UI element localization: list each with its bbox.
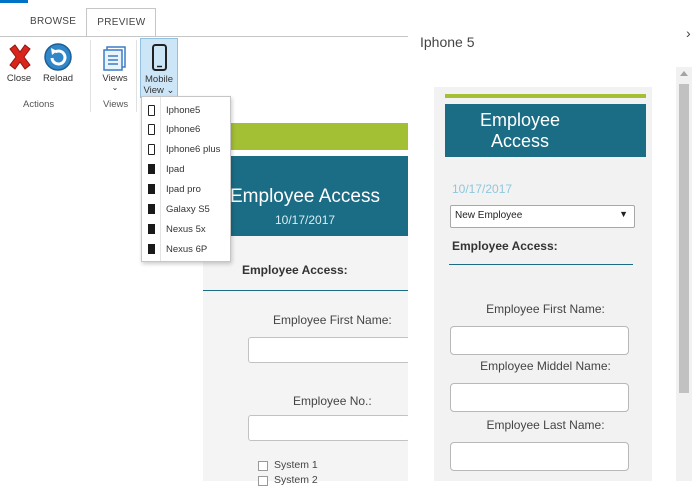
phone-first-name-label: Employee First Name:: [486, 302, 605, 316]
bg-form-date: 10/17/2017: [275, 213, 336, 227]
menu-item-label: Nexus 5x: [166, 224, 206, 235]
phone-solid-icon: [148, 224, 155, 234]
phone-section-heading: Employee Access:: [452, 239, 558, 253]
phone-accent-band: [445, 94, 646, 98]
bg-employee-no-label: Employee No.:: [293, 394, 372, 408]
bg-employee-no-field[interactable]: [248, 415, 410, 441]
views-dropdown-arrow: ⌄: [111, 83, 119, 92]
views-button[interactable]: Views ⌄: [98, 41, 132, 92]
mobile-phone-icon: [152, 44, 167, 71]
scrollbar-thumb[interactable]: [679, 84, 689, 393]
bg-section-heading: Employee Access:: [242, 263, 348, 277]
menu-item-label: Iphone5: [166, 105, 201, 116]
menu-item-iphone6[interactable]: Iphone6: [142, 120, 230, 139]
tab-preview[interactable]: PREVIEW: [86, 8, 157, 38]
phone-first-name-field[interactable]: [450, 326, 629, 355]
close-button[interactable]: Close: [4, 41, 34, 84]
phone-middle-name-label: Employee Middel Name:: [480, 359, 611, 373]
system1-label: System 1: [274, 459, 318, 471]
phone-last-name-label: Employee Last Name:: [486, 418, 605, 432]
bg-section-rule: [203, 290, 408, 291]
bg-form-title: Employee Access: [230, 186, 380, 207]
menu-item-ipad[interactable]: Ipad: [142, 160, 230, 179]
phone-solid-icon: [148, 204, 155, 214]
group-separator: [90, 40, 91, 112]
mobile-view-label-line2: View ⌄: [143, 85, 175, 96]
tab-browse[interactable]: BROWSE: [20, 8, 86, 36]
group-separator: [136, 40, 137, 112]
bg-first-name-field[interactable]: [248, 337, 410, 363]
close-x-icon: [9, 44, 31, 70]
bg-first-name-label: Employee First Name:: [273, 313, 392, 327]
bg-accent-band: [203, 123, 408, 150]
mobile-view-button[interactable]: Mobile View ⌄: [140, 38, 178, 98]
system2-checkbox[interactable]: [258, 476, 268, 486]
phone-outline-icon: [148, 144, 155, 155]
system2-label: System 2: [274, 474, 318, 486]
mobile-view-label-line1: Mobile: [145, 74, 173, 85]
close-button-label: Close: [6, 73, 32, 84]
group-label-views: Views: [103, 99, 129, 110]
menu-item-label: Iphone6: [166, 124, 201, 135]
phone-outline-icon: [148, 105, 155, 116]
phone-outline-icon: [148, 124, 155, 135]
menu-item-nexus-6p[interactable]: Nexus 6P: [142, 240, 230, 259]
tablet-icon: [148, 184, 155, 194]
menu-item-galaxy-s5[interactable]: Galaxy S5: [142, 200, 230, 219]
menu-item-label: Ipad pro: [166, 184, 201, 195]
reload-button-label: Reload: [42, 73, 74, 84]
tablet-icon: [148, 164, 155, 174]
phone-section-rule: [449, 264, 633, 265]
menu-item-label: Nexus 6P: [166, 244, 208, 255]
menu-item-ipad-pro[interactable]: Ipad pro: [142, 180, 230, 199]
group-label-actions: Actions: [23, 99, 55, 110]
views-icon: [103, 46, 126, 71]
reload-icon: [44, 43, 72, 71]
phone-last-name-field[interactable]: [450, 442, 629, 471]
employee-type-select[interactable]: New Employee ▼: [450, 205, 635, 228]
select-value: New Employee: [455, 210, 523, 221]
select-arrow-icon: ▼: [619, 209, 628, 219]
top-bar: [0, 0, 694, 3]
top-accent-strip: [0, 0, 28, 3]
close-icon[interactable]: ›: [686, 25, 691, 41]
phone-form-date: 10/17/2017: [452, 182, 513, 196]
menu-item-label: Iphone6 plus: [166, 144, 221, 155]
menu-item-nexus-5x[interactable]: Nexus 5x: [142, 220, 230, 239]
phone-title-line1: Employee: [479, 110, 561, 130]
menu-item-iphone6-plus[interactable]: Iphone6 plus: [142, 140, 230, 159]
phone-form-title: Employee Access: [445, 110, 595, 152]
menu-item-label: Ipad: [166, 164, 185, 175]
system1-checkbox[interactable]: [258, 461, 268, 471]
phone-title-line2: Access: [490, 131, 550, 151]
panel-title: Iphone 5: [420, 34, 475, 50]
scroll-up-arrow-icon[interactable]: [680, 71, 688, 76]
phone-middle-name-field[interactable]: [450, 383, 629, 412]
menu-item-label: Galaxy S5: [166, 204, 210, 215]
mobile-view-menu: Iphone5 Iphone6 Iphone6 plus Ipad Ipad p…: [141, 96, 231, 262]
ribbon-tabs: BROWSE PREVIEW: [0, 8, 157, 38]
menu-item-iphone5[interactable]: Iphone5: [142, 101, 230, 120]
reload-button[interactable]: Reload: [38, 41, 78, 84]
phone-solid-icon: [148, 244, 155, 254]
